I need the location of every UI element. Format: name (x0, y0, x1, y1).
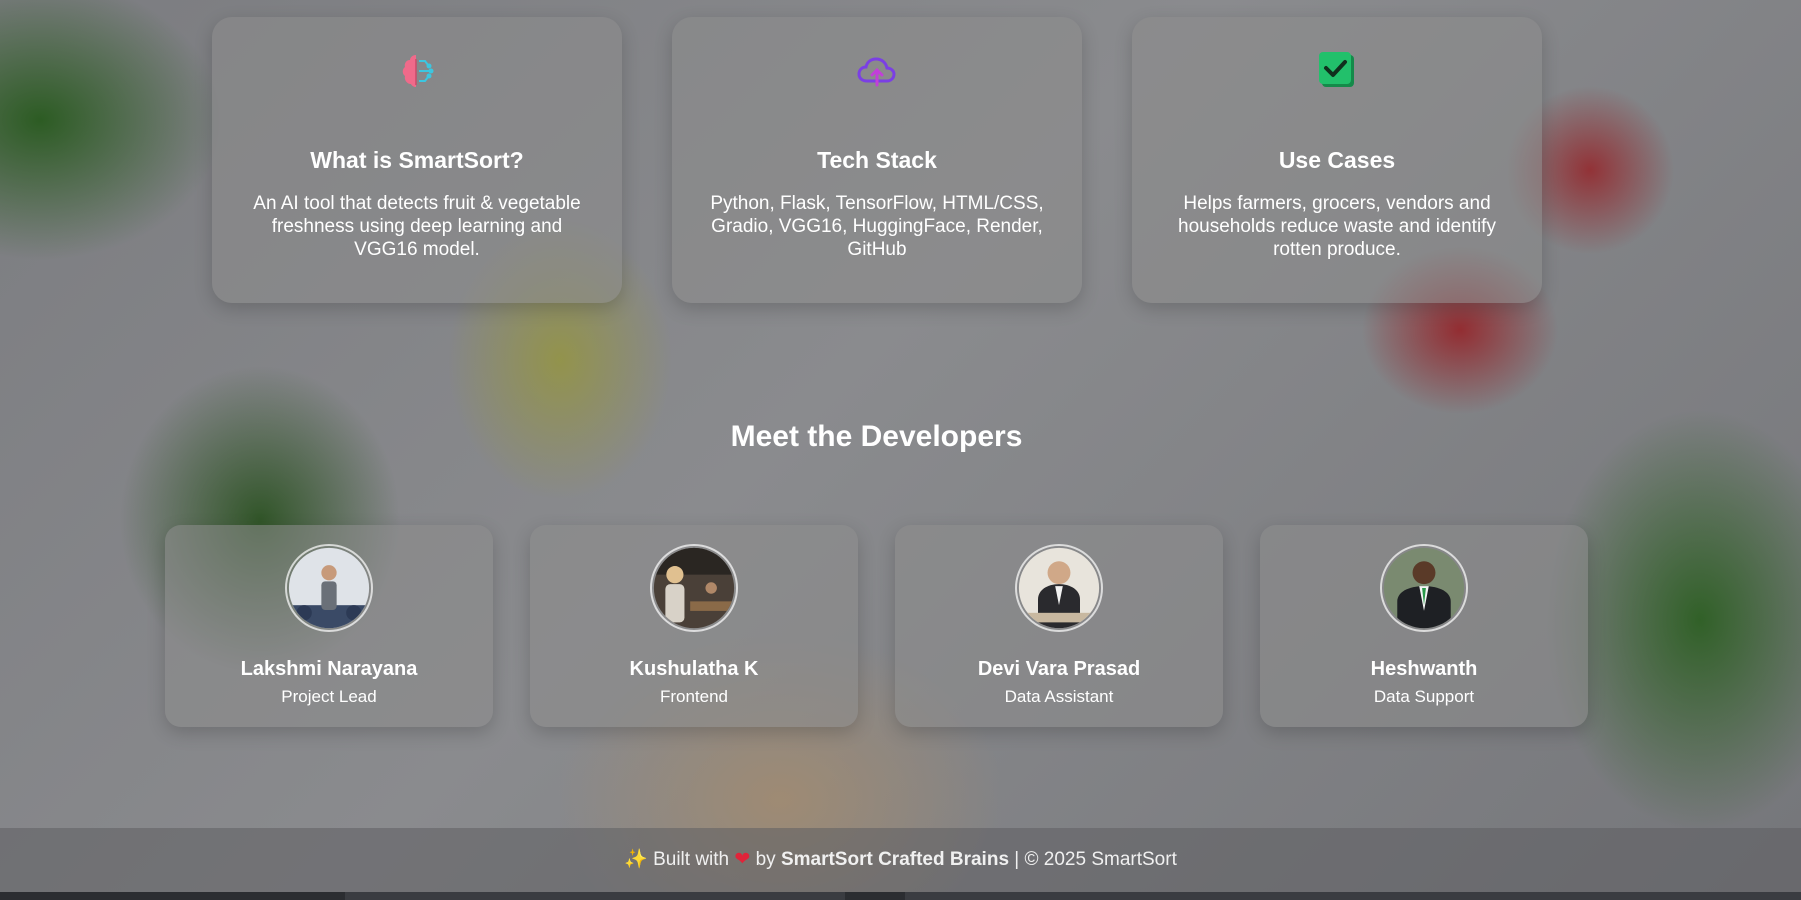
bottom-bar-segment (905, 892, 1801, 900)
cloud-upload-icon (857, 57, 896, 87)
developer-role: Data Support (1373, 687, 1475, 706)
footer-team-name: SmartSort Crafted Brains (780, 849, 1010, 870)
developer-role: Frontend (659, 687, 729, 706)
developers-section-title: Meet the Developers (730, 420, 1023, 453)
info-card-use-cases: Use Cases Helps farmers, grocers, vendor… (1132, 17, 1542, 303)
developer-name: Kushulatha K (629, 658, 759, 680)
footer-separator: | (1014, 849, 1020, 870)
developer-card: Kushulatha K Frontend (530, 525, 858, 727)
info-cards-row: What is SmartSort? An AI tool that detec… (212, 17, 1544, 303)
avatar (285, 544, 373, 632)
footer-copyright: © 2025 SmartSort (1024, 849, 1177, 870)
card-title: What is SmartSort? (310, 147, 524, 173)
bottom-bar-segment (345, 892, 845, 900)
card-title: Use Cases (1278, 147, 1396, 173)
developer-name: Heshwanth (1370, 658, 1478, 680)
card-description: Helps farmers, grocers, vendors and hous… (1178, 193, 1496, 260)
card-title: Tech Stack (817, 147, 937, 173)
bottom-bar (0, 892, 1801, 900)
footer-by: by (755, 849, 776, 870)
developer-card: Devi Vara Prasad Data Assistant (895, 525, 1223, 727)
avatar (1380, 544, 1468, 632)
info-card-tech-stack: Tech Stack Python, Flask, TensorFlow, HT… (672, 17, 1082, 303)
developer-role: Project Lead (281, 687, 377, 706)
developer-name: Devi Vara Prasad (977, 658, 1141, 680)
sparkles-icon: ✨ (624, 849, 648, 870)
avatar (1015, 544, 1103, 632)
developer-card: Heshwanth Data Support (1260, 525, 1588, 727)
avatar (650, 544, 738, 632)
card-description: An AI tool that detects fruit & vegetabl… (253, 193, 581, 260)
footer-built-with: Built with (653, 849, 730, 870)
info-card-what-is: What is SmartSort? An AI tool that detec… (212, 17, 622, 303)
developer-name: Lakshmi Narayana (240, 658, 418, 680)
heart-icon: ❤ (734, 849, 751, 870)
card-description: Python, Flask, TensorFlow, HTML/CSS, Gra… (710, 193, 1044, 260)
brain-circuit-icon (402, 55, 434, 87)
developer-role: Data Assistant (1004, 687, 1114, 706)
page-footer: ✨ Built with ❤ by SmartSort Crafted Brai… (0, 828, 1801, 892)
developer-card: Lakshmi Narayana Project Lead (165, 525, 493, 727)
check-box-icon (1319, 52, 1354, 87)
